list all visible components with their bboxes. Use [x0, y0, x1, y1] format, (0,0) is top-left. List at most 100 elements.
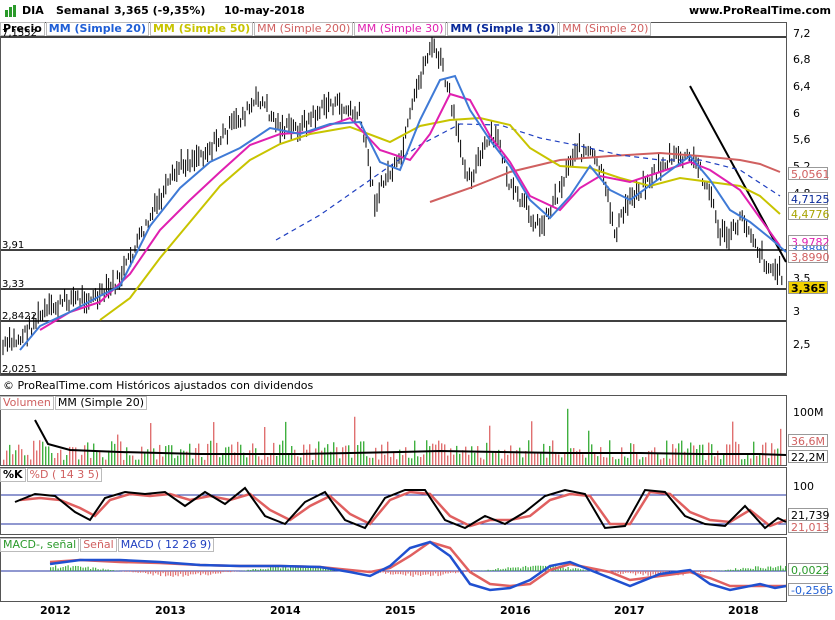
macd-hist-bar	[195, 571, 197, 575]
macd-hist-bar	[155, 571, 157, 574]
macd-hist-bar	[437, 571, 439, 577]
macd-hist-bar	[707, 571, 709, 572]
macd-hist-bar	[220, 571, 222, 574]
stoch-tick: 100	[793, 480, 814, 493]
macd-hist-bar	[515, 567, 517, 571]
macd-hist-bar	[400, 571, 402, 575]
badge-volume: 36,6M	[788, 434, 828, 448]
macd-hist-bar	[305, 567, 307, 571]
macd-hist-bar	[245, 570, 247, 571]
macd-hist-bar	[402, 571, 404, 575]
macd-hist-bar	[180, 571, 182, 574]
macd-hist-bar	[767, 566, 769, 571]
macd-hist-bar	[75, 565, 77, 571]
macd-hist-bar	[560, 567, 562, 571]
macd-hist-bar	[487, 569, 489, 571]
macd-hist-bar	[210, 571, 212, 575]
macd-hist-bar	[752, 568, 754, 571]
macd-hist-bar	[572, 568, 574, 571]
price-tick: 7,2	[793, 27, 811, 40]
macd-hist-bar	[620, 571, 622, 575]
macd-hist-bar	[382, 571, 384, 573]
macd-hist-bar	[310, 567, 312, 571]
macd-hist-bar	[167, 571, 169, 576]
macd-hist-bar	[705, 571, 707, 572]
macd-hist-bar	[422, 571, 424, 575]
macd-hist-bar	[745, 568, 747, 571]
macd-hist-bar	[565, 568, 567, 571]
macd-hist-bar	[85, 567, 87, 571]
macd-hist-bar	[265, 569, 267, 571]
x-tick: 2015	[385, 604, 416, 617]
macd-hist-bar	[145, 571, 147, 574]
x-tick: 2013	[155, 604, 186, 617]
macd-hist-bar	[782, 568, 784, 571]
macd-hist-bar	[495, 569, 497, 571]
macd-hist-bar	[412, 571, 414, 577]
macd-hist-bar	[445, 571, 447, 574]
macd-hist-bar	[762, 568, 764, 571]
badge-mm130: 4,7125	[788, 192, 830, 206]
macd-hist-bar	[272, 567, 274, 571]
price-tick: 6,8	[793, 53, 811, 66]
macd-hist-bar	[125, 571, 127, 572]
macd-hist-bar	[512, 567, 514, 571]
macd-hist-bar	[205, 571, 207, 575]
macd-hist-bar	[472, 571, 474, 572]
macd-hist-bar	[747, 568, 749, 571]
macd-hist-bar	[110, 570, 112, 571]
macd-hist-bar	[90, 569, 92, 571]
macd-hist-bar	[740, 569, 742, 571]
macd-hist-bar	[465, 571, 467, 572]
macd-hist-bar	[427, 571, 429, 575]
macd-hist-bar	[62, 567, 64, 571]
macd-hist-bar	[60, 567, 62, 571]
macd-hist-bar	[420, 571, 422, 576]
macd-hist-bar	[435, 571, 437, 574]
macd-hist-bar	[485, 570, 487, 571]
macd-hist-bar	[170, 571, 172, 576]
macd-hist-bar	[70, 567, 72, 571]
macd-hist-bar	[280, 568, 282, 571]
macd-hist-bar	[135, 571, 137, 573]
macd-hist-bar	[95, 567, 97, 571]
badge-volume-mm: 22,2M	[788, 450, 828, 464]
macd-hist-bar	[490, 570, 492, 571]
macd-hist-bar	[625, 571, 627, 573]
macd-hist-bar	[452, 571, 454, 573]
macd-hist-bar	[67, 565, 69, 571]
macd-hist-bar	[255, 569, 257, 571]
macd-plot	[1, 540, 787, 592]
macd-hist-bar	[532, 565, 534, 571]
macd-hist-bar	[640, 571, 642, 574]
macd-hist-bar	[140, 571, 142, 573]
macd-hist-bar	[207, 571, 209, 576]
price-tick: 6,4	[793, 80, 811, 93]
macd-hist-bar	[112, 570, 114, 571]
macd-hist-bar	[507, 567, 509, 571]
macd-hist-bar	[770, 566, 772, 571]
macd-hist-bar	[162, 571, 164, 574]
macd-hist-bar	[700, 571, 702, 574]
macd-hist-bar	[442, 571, 444, 575]
macd-hist-bar	[177, 571, 179, 577]
macd-signal-line	[49, 540, 786, 588]
macd-hist-bar	[215, 571, 217, 574]
macd-hist-bar	[152, 571, 154, 576]
macd-hist-bar	[262, 569, 264, 571]
macd-hist-bar	[415, 571, 417, 575]
macd-hist-bar	[150, 571, 152, 574]
macd-hist-bar	[395, 571, 397, 575]
macd-hist-bar	[102, 568, 104, 571]
macd-hist-bar	[270, 567, 272, 571]
macd-hist-bar	[80, 566, 82, 571]
macd-hist-bar	[760, 567, 762, 571]
macd-hist-bar	[192, 571, 194, 575]
x-tick: 2016	[500, 604, 531, 617]
macd-hist-bar	[187, 571, 189, 577]
macd-hist-bar	[127, 571, 129, 572]
macd-hist-bar	[97, 569, 99, 571]
macd-hist-bar	[447, 571, 449, 574]
macd-hist-bar	[710, 571, 712, 572]
badge-mm200: 5,0561	[788, 167, 830, 181]
